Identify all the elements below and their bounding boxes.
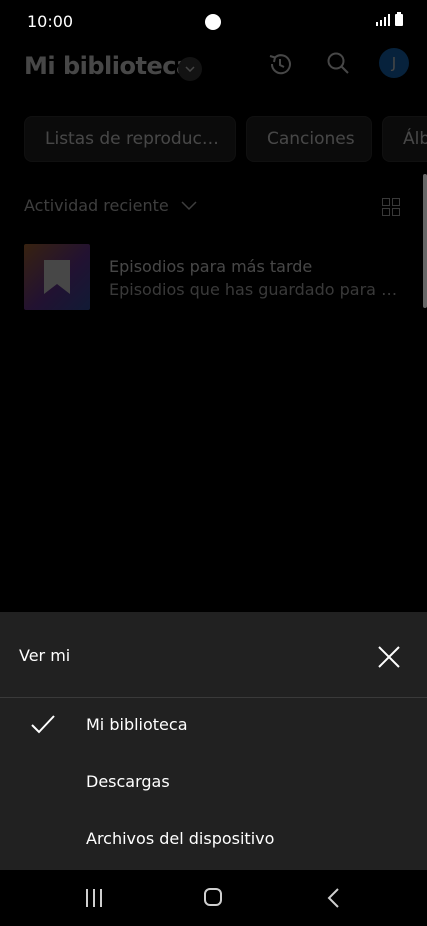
option-downloads[interactable]: Descargas <box>0 755 427 811</box>
scrollbar[interactable] <box>423 174 427 308</box>
home-button[interactable] <box>204 888 222 906</box>
filter-chips: Listas de reproduc… Canciones Álb <box>24 116 427 162</box>
system-icons <box>376 12 403 26</box>
view-sheet: Ver mi Mi biblioteca Descargas Archivos … <box>0 612 427 870</box>
bookmark-icon <box>44 260 70 294</box>
option-my-library[interactable]: Mi biblioteca <box>0 698 427 754</box>
option-label: Mi biblioteca <box>86 715 188 734</box>
check-icon <box>31 715 55 734</box>
camera-cutout <box>205 14 221 30</box>
option-device-files[interactable]: Archivos del dispositivo <box>0 812 427 868</box>
battery-icon <box>395 12 403 26</box>
activity-sort[interactable]: Actividad reciente <box>24 196 197 215</box>
close-icon[interactable] <box>374 642 404 672</box>
signal-icon <box>376 14 390 26</box>
search-icon[interactable] <box>325 50 351 76</box>
recent-apps-button[interactable] <box>86 889 104 907</box>
chip-albums[interactable]: Álb <box>382 116 427 162</box>
status-time: 10:00 <box>27 12 74 31</box>
item-title: Episodios para más tarde <box>109 257 313 276</box>
avatar[interactable]: J <box>379 48 409 78</box>
sheet-title: Ver mi <box>19 646 71 665</box>
grid-view-icon[interactable] <box>382 198 400 216</box>
app-header: Mi biblioteca J <box>0 46 427 88</box>
chip-songs[interactable]: Canciones <box>246 116 372 162</box>
page-title: Mi biblioteca <box>24 52 192 80</box>
back-button[interactable] <box>326 887 342 909</box>
activity-label: Actividad reciente <box>24 196 169 215</box>
option-label: Descargas <box>86 772 170 791</box>
episodes-thumbnail <box>24 244 90 310</box>
option-label: Archivos del dispositivo <box>86 829 275 848</box>
phone-screen: 10:00 Mi biblioteca J Listas de reproduc… <box>0 0 427 926</box>
chevron-down-icon[interactable] <box>178 57 202 81</box>
item-subtitle: Episodios que has guardado para más… <box>109 280 409 299</box>
chip-playlists[interactable]: Listas de reproduc… <box>24 116 236 162</box>
chevron-down-icon <box>181 200 197 210</box>
list-item[interactable]: Episodios para más tarde Episodios que h… <box>24 244 411 310</box>
sheet-header: Ver mi <box>0 612 427 698</box>
status-bar: 10:00 <box>0 0 427 44</box>
navigation-bar <box>0 870 427 926</box>
history-icon[interactable] <box>266 50 294 78</box>
